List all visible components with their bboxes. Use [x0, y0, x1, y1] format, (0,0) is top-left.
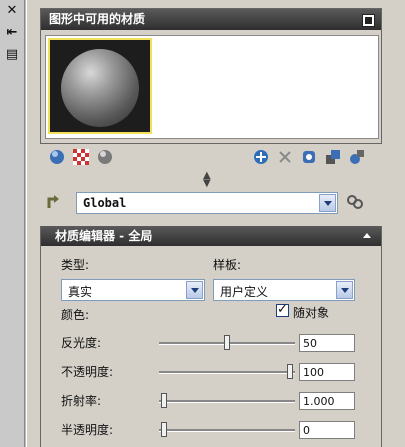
template-select-value: 用户定义	[220, 285, 269, 299]
opacity-field[interactable]: 100	[299, 363, 355, 381]
type-label: 类型:	[61, 258, 90, 272]
create-material-icon[interactable]	[252, 148, 270, 166]
refraction-slider[interactable]	[159, 393, 295, 409]
type-select[interactable]: 真实	[61, 279, 205, 301]
color-label: 颜色:	[61, 308, 90, 322]
opacity-label: 不透明度:	[61, 365, 114, 379]
editor-titlebar[interactable]: 材质编辑器 - 全局	[41, 226, 381, 246]
checker-background-icon[interactable]	[72, 148, 90, 166]
apply-to-objects-icon[interactable]	[300, 148, 318, 166]
slider-thumb[interactable]	[287, 364, 293, 379]
materials-palette: 图形中可用的材质 ▲ ▼ Global 材质编辑器 - 全局 类型: 样板: 真…	[26, 0, 405, 447]
swatch-area	[45, 35, 379, 139]
template-select[interactable]: 用户定义	[213, 279, 355, 301]
global-row: Global	[40, 190, 380, 216]
panel-menu-button[interactable]	[362, 14, 375, 27]
materials-toolbar	[40, 148, 380, 168]
slider-track	[159, 371, 295, 374]
translucency-field[interactable]: 0	[299, 421, 355, 439]
material-options-icon[interactable]	[348, 148, 366, 166]
slider-track	[159, 429, 295, 432]
refraction-label: 折射率:	[61, 394, 102, 408]
splitter-handle[interactable]: ▲ ▼	[203, 171, 211, 189]
chevron-down-icon[interactable]	[319, 194, 336, 212]
purge-icon[interactable]	[276, 148, 294, 166]
translucency-slider[interactable]	[159, 422, 295, 438]
sphere-preview-icon[interactable]	[96, 148, 114, 166]
global-select[interactable]: Global	[76, 192, 338, 214]
collapse-icon[interactable]	[363, 233, 371, 238]
available-materials-panel: 图形中可用的材质	[40, 8, 382, 144]
chevron-down-icon[interactable]	[336, 281, 353, 299]
translucency-label: 半透明度:	[61, 423, 114, 437]
swatch-geometry-icon[interactable]	[48, 148, 66, 166]
material-editor-panel: 材质编辑器 - 全局 类型: 样板: 真实 用户定义 颜色: 随对象 反光度: …	[40, 226, 382, 447]
pin-icon[interactable]: ⇤	[5, 26, 19, 40]
shininess-field[interactable]: 50	[299, 334, 355, 352]
opacity-slider[interactable]	[159, 364, 295, 380]
export-to-palette-icon[interactable]	[324, 148, 342, 166]
material-swatch[interactable]	[48, 38, 152, 134]
slider-track	[159, 400, 295, 403]
refraction-field[interactable]: 1.000	[299, 392, 355, 410]
left-strip: ✕ ⇤ ▤	[0, 0, 25, 447]
shininess-slider[interactable]	[159, 335, 295, 351]
panel-titlebar: 图形中可用的材质	[41, 9, 381, 30]
slider-thumb[interactable]	[161, 393, 167, 408]
sphere-preview	[61, 49, 139, 127]
slider-thumb[interactable]	[161, 422, 167, 437]
type-select-value: 真实	[68, 285, 93, 299]
close-icon[interactable]: ✕	[5, 4, 19, 18]
template-label: 样板:	[213, 258, 242, 272]
editor-body: 类型: 样板: 真实 用户定义 颜色: 随对象 反光度: 50 不透明度:	[41, 246, 381, 447]
chevron-down-icon[interactable]	[186, 281, 203, 299]
properties-icon[interactable]: ▤	[5, 48, 19, 62]
link-icon[interactable]	[346, 193, 364, 211]
by-object-checkbox[interactable]	[276, 302, 289, 317]
global-select-value: Global	[83, 196, 127, 210]
slider-thumb[interactable]	[224, 335, 230, 350]
up-level-icon[interactable]	[44, 193, 62, 211]
panel-title: 图形中可用的材质	[49, 12, 146, 26]
editor-title: 材质编辑器 - 全局	[55, 229, 153, 243]
shininess-label: 反光度:	[61, 336, 102, 350]
by-object-label: 随对象	[293, 306, 330, 320]
